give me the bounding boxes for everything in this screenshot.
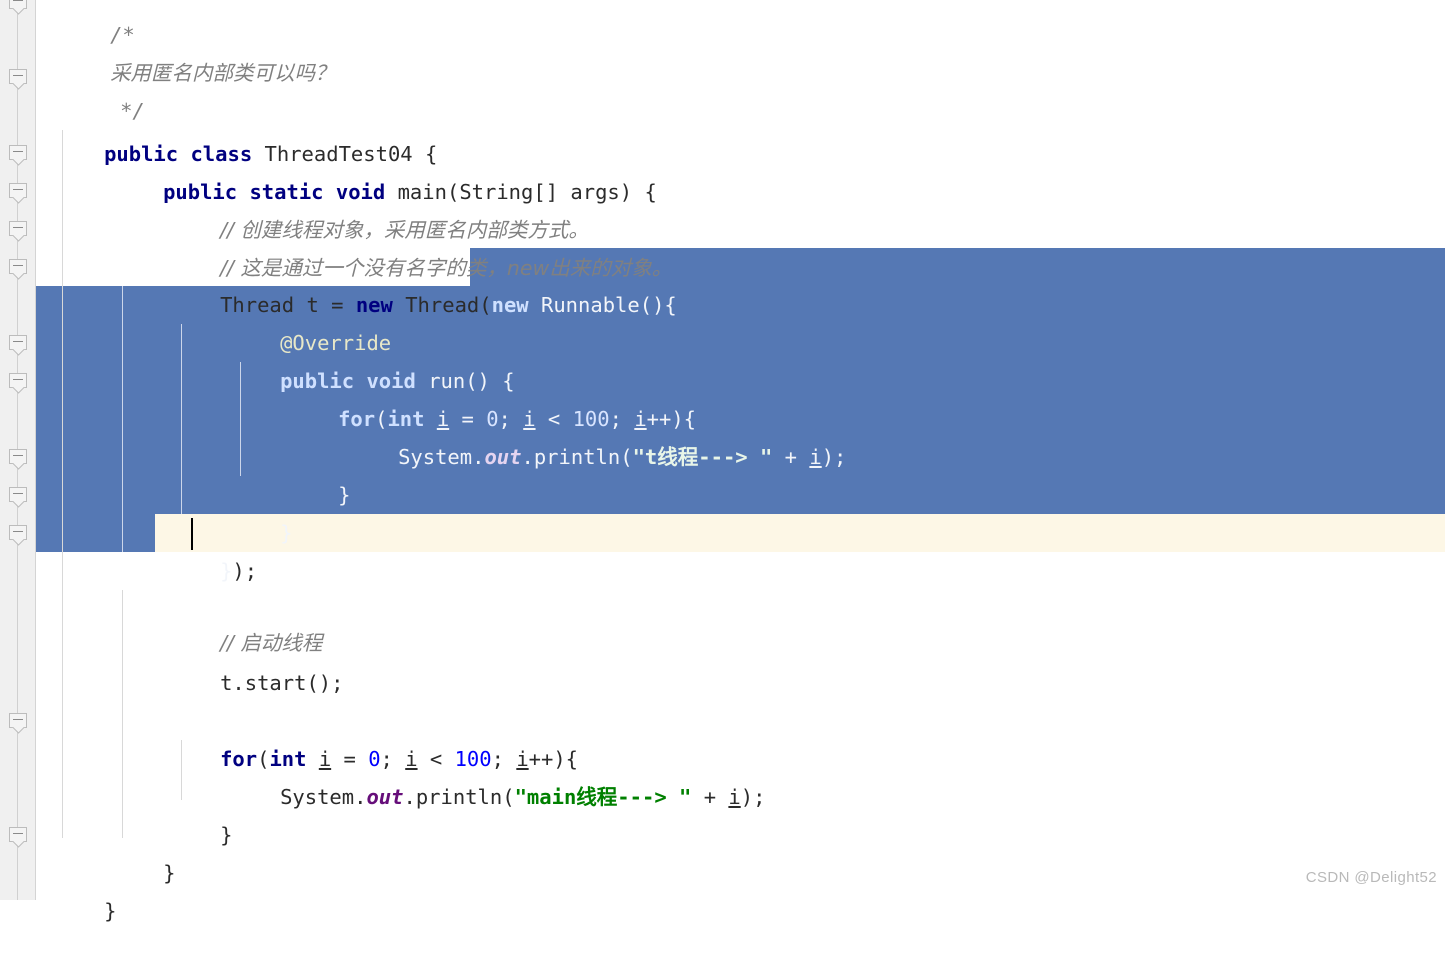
string-main-thread: "main线程---> " bbox=[514, 785, 692, 809]
code-line-6[interactable]: // 创建线程对象，采用匿名内部类方式。 bbox=[146, 173, 589, 242]
code-line-18[interactable]: t.start(); bbox=[146, 626, 343, 695]
code-line-21[interactable]: System.out.println("main线程---> " + i); bbox=[206, 740, 765, 809]
code-area[interactable]: /* 采用匿名内部类可以吗？ */ public class ThreadTes… bbox=[36, 0, 1445, 923]
code-line-9[interactable]: @Override bbox=[206, 286, 391, 355]
fold-marker-line23[interactable] bbox=[9, 827, 27, 842]
keyword-new-selected: new bbox=[491, 293, 529, 317]
code-line-23[interactable]: } bbox=[89, 816, 175, 885]
code-line-10[interactable]: public void run() { bbox=[206, 324, 515, 393]
code-line-8[interactable]: Thread t = new Thread(new Runnable(){ bbox=[146, 248, 677, 317]
fold-marker-line15[interactable] bbox=[9, 525, 27, 540]
code-line-5[interactable]: public static void main(String[] args) { bbox=[89, 135, 657, 204]
fold-marker-line11[interactable] bbox=[9, 373, 27, 388]
type-runnable: Runnable bbox=[541, 293, 640, 317]
code-line-11[interactable]: for(int i = 0; i < 100; i++){ bbox=[264, 362, 696, 431]
field-out: out bbox=[484, 445, 522, 469]
brace-close: } bbox=[280, 521, 293, 545]
fold-marker-line1[interactable] bbox=[9, 0, 27, 9]
code-line-24[interactable]: } bbox=[30, 854, 116, 923]
anon-class-close: ); bbox=[232, 559, 258, 583]
brace-close-selected: } bbox=[220, 559, 233, 583]
brace-close: } bbox=[163, 861, 176, 885]
method-println: println bbox=[533, 445, 621, 469]
text-caret bbox=[191, 518, 193, 550]
code-line-22[interactable]: } bbox=[146, 778, 232, 847]
var-t: t bbox=[220, 671, 233, 695]
brace-close: } bbox=[104, 899, 117, 923]
code-editor[interactable]: /* 采用匿名内部类可以吗？ */ public class ThreadTes… bbox=[0, 0, 1445, 923]
method-println: println bbox=[415, 785, 503, 809]
brace-close: } bbox=[220, 823, 233, 847]
code-line-13[interactable]: } bbox=[264, 438, 350, 507]
string-t-thread: "t线程---> " bbox=[632, 445, 773, 469]
code-line-14[interactable]: } bbox=[206, 476, 292, 545]
fold-marker-line8[interactable] bbox=[9, 259, 27, 274]
type-thread: Thread bbox=[405, 293, 480, 317]
method-start: start bbox=[244, 671, 307, 695]
class-system: System bbox=[398, 445, 473, 469]
watermark: CSDN @Delight52 bbox=[1305, 869, 1437, 886]
field-out: out bbox=[366, 785, 404, 809]
var-i: i bbox=[728, 785, 741, 809]
code-line-4[interactable]: public class ThreadTest04 { bbox=[30, 97, 437, 166]
fold-marker-line6[interactable] bbox=[9, 183, 27, 198]
fold-marker-line13[interactable] bbox=[9, 449, 27, 464]
code-line-1[interactable]: /* bbox=[36, 0, 135, 47]
code-line-12[interactable]: System.out.println("t线程---> " + i); bbox=[324, 400, 846, 469]
fold-marker-line10[interactable] bbox=[9, 335, 27, 350]
code-line-15[interactable]: }); bbox=[146, 514, 257, 583]
fold-marker-line7[interactable] bbox=[9, 221, 27, 236]
code-line-2[interactable]: 采用匿名内部类可以吗？ bbox=[36, 16, 336, 85]
code-line-17[interactable]: // 启动线程 bbox=[146, 586, 322, 655]
code-line-7[interactable]: // 这是通过一个没有名字的类，new出来的对象。 bbox=[146, 211, 672, 280]
code-line-20[interactable]: for(int i = 0; i < 100; i++){ bbox=[146, 702, 578, 771]
fold-marker-line20[interactable] bbox=[9, 713, 27, 728]
fold-marker-line5[interactable] bbox=[9, 145, 27, 160]
var-i: i bbox=[809, 445, 822, 469]
fold-marker-line3[interactable] bbox=[9, 69, 27, 84]
fold-marker-line14[interactable] bbox=[9, 487, 27, 502]
brace-close: } bbox=[338, 483, 351, 507]
code-line-3[interactable]: */ bbox=[46, 54, 145, 123]
class-system: System bbox=[280, 785, 355, 809]
